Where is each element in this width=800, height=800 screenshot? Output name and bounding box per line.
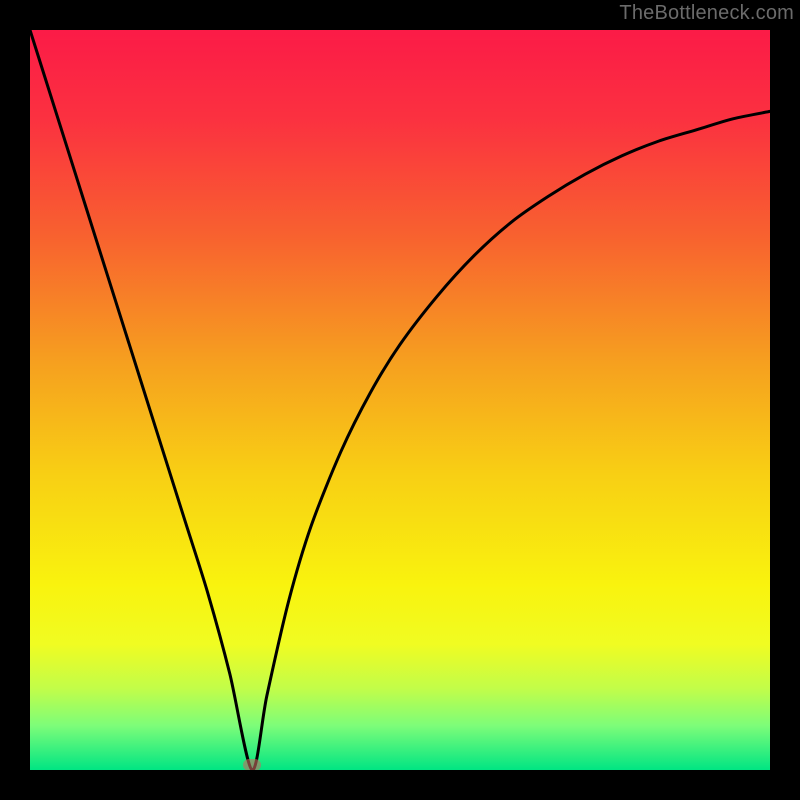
attribution-text: TheBottleneck.com bbox=[619, 2, 794, 25]
chart-frame: TheBottleneck.com bbox=[0, 0, 800, 800]
plot-area bbox=[30, 30, 770, 770]
curve-layer bbox=[30, 30, 770, 770]
bottleneck-curve bbox=[30, 30, 770, 770]
minimum-marker bbox=[243, 759, 261, 770]
